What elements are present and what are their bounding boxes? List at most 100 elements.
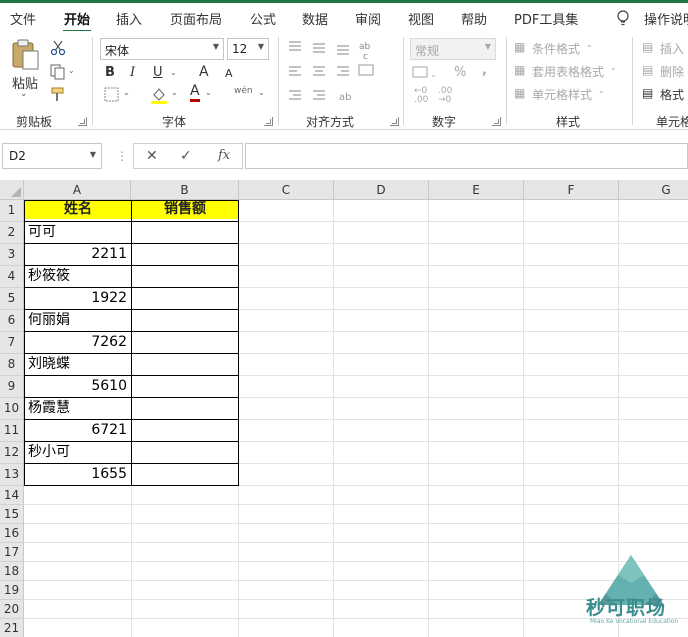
formula-input[interactable]: [245, 143, 688, 169]
bold-button[interactable]: B: [105, 65, 115, 80]
cancel-icon[interactable]: ✕: [146, 148, 158, 164]
row-header[interactable]: 9: [0, 376, 24, 398]
cut-icon[interactable]: [50, 40, 66, 56]
fill-color-icon[interactable]: [150, 86, 168, 104]
column-header-e[interactable]: E: [429, 180, 524, 200]
tab-help[interactable]: 帮助: [461, 9, 487, 28]
row-header[interactable]: 18: [0, 562, 24, 581]
row-header[interactable]: 19: [0, 581, 24, 600]
tab-insert[interactable]: 插入: [116, 9, 142, 28]
enter-icon[interactable]: ✓: [180, 148, 192, 164]
tab-data[interactable]: 数据: [302, 9, 328, 28]
row-header[interactable]: 16: [0, 524, 24, 543]
row-header[interactable]: 3: [0, 244, 24, 266]
paste-dropdown-icon[interactable]: ⌄: [20, 89, 28, 99]
font-size-select[interactable]: 12 ▼: [227, 38, 269, 60]
column-header-a[interactable]: A: [24, 180, 131, 200]
insert-function-button[interactable]: fx: [218, 148, 230, 163]
copy-dropdown-icon[interactable]: ⌄: [68, 66, 75, 75]
row-header[interactable]: 5: [0, 288, 24, 310]
grow-font-button[interactable]: A: [199, 64, 209, 80]
styles-group-label: 样式: [556, 115, 581, 129]
clipboard-launcher-icon[interactable]: [78, 117, 87, 126]
tab-home[interactable]: 开始: [64, 9, 90, 28]
italic-button[interactable]: I: [130, 65, 135, 80]
paste-icon[interactable]: [10, 39, 40, 71]
row-header[interactable]: 15: [0, 505, 24, 524]
alignment-launcher-icon[interactable]: [390, 117, 399, 126]
sales-value-cell[interactable]: 2211: [25, 244, 131, 265]
tab-formulas[interactable]: 公式: [250, 9, 276, 28]
tab-page-layout[interactable]: 页面布局: [170, 9, 222, 28]
row-header[interactable]: 11: [0, 420, 24, 442]
font-launcher-icon[interactable]: [264, 117, 273, 126]
column-header-g[interactable]: G: [619, 180, 688, 200]
borders-icon[interactable]: [104, 87, 120, 103]
alignment-icons[interactable]: ab c ab: [287, 39, 377, 109]
sales-value-cell[interactable]: 1922: [25, 288, 131, 309]
sales-value-cell[interactable]: 1655: [25, 464, 131, 485]
name-cell[interactable]: 杨霞慧: [25, 398, 131, 419]
format-painter-icon[interactable]: [50, 87, 66, 103]
copy-icon[interactable]: [50, 64, 66, 80]
column-header-d[interactable]: D: [334, 180, 429, 200]
font-color-dropdown-icon[interactable]: ⌄: [205, 88, 212, 97]
decrease-decimal-button[interactable]: .00 →0: [438, 87, 452, 105]
row-header[interactable]: 14: [0, 486, 24, 505]
column-header-b[interactable]: B: [131, 180, 239, 200]
row-header[interactable]: 12: [0, 442, 24, 464]
number-launcher-icon[interactable]: [492, 117, 501, 126]
comma-button[interactable]: ,: [482, 63, 487, 78]
name-cell[interactable]: 刘晓蝶: [25, 354, 131, 375]
tab-file[interactable]: 文件: [10, 9, 36, 28]
row-header[interactable]: 4: [0, 266, 24, 288]
name-cell[interactable]: 可可: [25, 222, 131, 243]
conditional-formatting-button[interactable]: 条件格式: [532, 40, 580, 57]
row-header[interactable]: 13: [0, 464, 24, 486]
sales-value-cell[interactable]: 7262: [25, 332, 131, 353]
number-format-select[interactable]: 常规 ▼: [410, 38, 496, 60]
name-cell[interactable]: 秒小可: [25, 442, 131, 463]
row-header[interactable]: 6: [0, 310, 24, 332]
cell-styles-button[interactable]: 单元格样式: [532, 86, 592, 103]
delete-cells-button[interactable]: 删除: [660, 63, 684, 80]
borders-dropdown-icon[interactable]: ⌄: [123, 88, 130, 97]
row-header[interactable]: 8: [0, 354, 24, 376]
shrink-font-button[interactable]: A: [225, 67, 233, 80]
select-all-button[interactable]: [0, 180, 24, 200]
column-header-f[interactable]: F: [524, 180, 619, 200]
row-header[interactable]: 21: [0, 619, 24, 637]
name-cell[interactable]: 秒筱筱: [25, 266, 131, 287]
name-cell[interactable]: 何丽娟: [25, 310, 131, 331]
underline-button[interactable]: U: [153, 65, 163, 80]
sales-value-cell[interactable]: 6721: [25, 420, 131, 441]
row-header[interactable]: 17: [0, 543, 24, 562]
underline-dropdown-icon[interactable]: ⌄: [170, 65, 177, 77]
fill-color-dropdown-icon[interactable]: ⌄: [171, 88, 178, 97]
column-header-c[interactable]: C: [239, 180, 334, 200]
insert-cells-button[interactable]: 插入: [660, 40, 684, 57]
font-name-select[interactable]: 宋体 ▼: [100, 38, 224, 60]
format-as-table-button[interactable]: 套用表格格式: [532, 63, 604, 80]
tab-pdf-tools[interactable]: PDF工具集: [514, 9, 578, 28]
header-cell-name[interactable]: 姓名: [25, 200, 131, 219]
increase-decimal-button[interactable]: ←0.00: [414, 87, 428, 105]
formula-bar-grip[interactable]: ⋮: [116, 149, 128, 163]
header-cell-sales[interactable]: 销售额: [132, 200, 238, 219]
phonetic-button[interactable]: wén: [234, 86, 253, 96]
phonetic-dropdown-icon[interactable]: ⌄: [258, 88, 265, 97]
tab-review[interactable]: 审阅: [355, 9, 381, 28]
tab-view[interactable]: 视图: [408, 9, 434, 28]
row-header[interactable]: 20: [0, 600, 24, 619]
font-color-button[interactable]: A: [190, 84, 200, 102]
accounting-format-icon[interactable]: ⌄: [412, 65, 440, 81]
percent-button[interactable]: %: [454, 65, 466, 80]
row-header[interactable]: 10: [0, 398, 24, 420]
sales-value-cell[interactable]: 5610: [25, 376, 131, 397]
name-box[interactable]: D2 ▼: [2, 143, 102, 169]
row-header[interactable]: 7: [0, 332, 24, 354]
row-header[interactable]: 1: [0, 200, 24, 222]
tell-me-search[interactable]: 操作说明: [644, 9, 688, 28]
row-header[interactable]: 2: [0, 222, 24, 244]
format-cells-button[interactable]: 格式: [660, 86, 684, 103]
